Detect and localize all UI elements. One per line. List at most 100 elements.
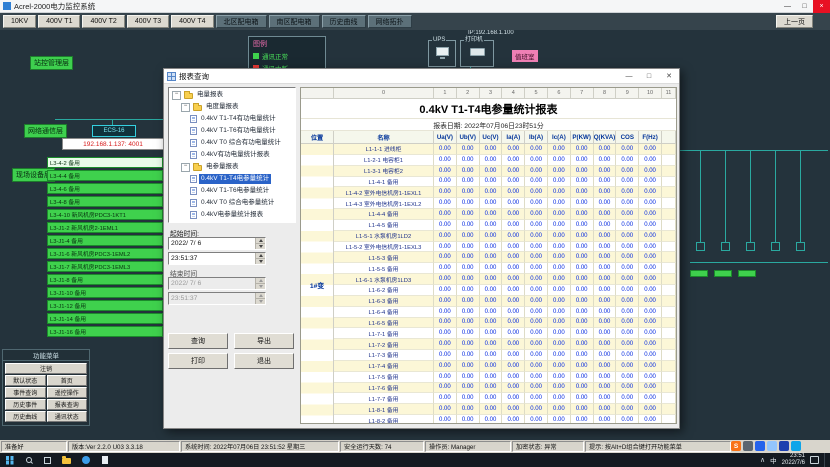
table-row[interactable]: L1-6-5 备用 0.00 0.00 0.00 0.00 0.00 0.00 … bbox=[334, 318, 676, 329]
tree-item[interactable]: 0.4kV电参量统计报表 bbox=[170, 209, 294, 221]
gateway-device[interactable]: ECS-16 bbox=[92, 125, 136, 137]
window-maximize-button[interactable]: □ bbox=[796, 0, 813, 13]
nav-tab[interactable]: 400V T4 bbox=[171, 15, 213, 28]
field-device-item[interactable]: L3-J1-4 备用 bbox=[47, 235, 163, 246]
dialog-close-button[interactable]: ✕ bbox=[659, 69, 679, 84]
field-device-item[interactable]: L3-J1-14 备用 bbox=[47, 313, 163, 324]
settings-tray-icon[interactable] bbox=[779, 441, 789, 451]
search-icon[interactable] bbox=[19, 453, 38, 467]
menu-button[interactable]: 历史事件 bbox=[5, 399, 46, 410]
table-row[interactable]: L1-6-2 备用 0.00 0.00 0.00 0.00 0.00 0.00 … bbox=[334, 285, 676, 296]
menu-button[interactable]: 历史曲线 bbox=[5, 411, 46, 422]
browser-icon[interactable] bbox=[76, 453, 95, 467]
table-row[interactable]: L1-2-1 电容柜1 0.00 0.00 0.00 0.00 0.00 0.0… bbox=[334, 155, 676, 166]
field-device-item[interactable]: L3-J1-7 新风机房PDC3-1EML3 bbox=[47, 261, 163, 272]
task-view-icon[interactable] bbox=[38, 453, 57, 467]
show-desktop-button[interactable] bbox=[824, 453, 827, 467]
field-device-item[interactable]: L3-4-4 备用 bbox=[47, 170, 163, 181]
field-device-item[interactable]: L3-J1-2 新风机房2-1EML1 bbox=[47, 222, 163, 233]
table-row[interactable]: L1-5-5 备用 0.00 0.00 0.00 0.00 0.00 0.00 … bbox=[334, 263, 676, 274]
clipboard-icon[interactable] bbox=[767, 441, 777, 451]
menu-button[interactable]: 遥控操作 bbox=[47, 387, 88, 398]
exit-button[interactable]: 退出 bbox=[234, 353, 294, 369]
table-row[interactable]: L1-7-1 备用 0.00 0.00 0.00 0.00 0.00 0.00 … bbox=[334, 328, 676, 339]
window-close-button[interactable]: × bbox=[813, 0, 830, 13]
tree-item[interactable]: 0.4kV T1-T4电参量统计 bbox=[170, 173, 294, 185]
menu-button[interactable]: 通讯状态 bbox=[47, 411, 88, 422]
tree-item[interactable]: 0.4kV有功电量统计报表 bbox=[170, 149, 294, 161]
field-device-item[interactable]: L3-J1-12 备用 bbox=[47, 300, 163, 311]
keyboard-icon[interactable] bbox=[791, 441, 801, 451]
table-row[interactable]: L1-4-1 备用 0.00 0.00 0.00 0.00 0.00 0.00 … bbox=[334, 177, 676, 188]
tree-item[interactable]: 0.4kV T1-T4有功电量统计 bbox=[170, 113, 294, 125]
prev-page-button[interactable]: 上一页 bbox=[776, 15, 813, 28]
table-row[interactable]: L1-5-1 水泵机房1LD2 0.00 0.00 0.00 0.00 0.00… bbox=[334, 231, 676, 242]
tree-item[interactable]: 0.4kV T1-T6有功电量统计 bbox=[170, 125, 294, 137]
table-row[interactable]: L1-4-2 室外电信机房1-1EXL1 0.00 0.00 0.00 0.00… bbox=[334, 187, 676, 198]
window-minimize-button[interactable]: — bbox=[779, 0, 796, 13]
dialog-maximize-button[interactable]: □ bbox=[639, 69, 659, 84]
table-row[interactable]: L1-7-7 备用 0.00 0.00 0.00 0.00 0.00 0.00 … bbox=[334, 393, 676, 404]
table-row[interactable]: L1-6-3 备用 0.00 0.00 0.00 0.00 0.00 0.00 … bbox=[334, 296, 676, 307]
field-device-item[interactable]: L3-4-10 新风机房PDC3-1KT1 bbox=[47, 209, 163, 220]
table-row[interactable]: L1-8-2 备用 0.00 0.00 0.00 0.00 0.00 0.00 … bbox=[334, 415, 676, 424]
tree-item[interactable]: 电量报表 bbox=[170, 89, 294, 101]
dialog-minimize-button[interactable]: — bbox=[619, 69, 639, 84]
table-row[interactable]: L1-7-5 备用 0.00 0.00 0.00 0.00 0.00 0.00 … bbox=[334, 372, 676, 383]
nav-tab[interactable]: 南区配电箱 bbox=[269, 15, 320, 28]
ime-tool-icon[interactable] bbox=[755, 441, 765, 451]
spinner-down-button[interactable] bbox=[256, 259, 265, 264]
spinner-down-button[interactable] bbox=[256, 244, 265, 249]
field-device-item[interactable]: L3-4-6 备用 bbox=[47, 183, 163, 194]
taskbar-clock[interactable]: 23:51 2022/7/6 bbox=[782, 453, 805, 467]
table-row[interactable]: L1-5-3 备用 0.00 0.00 0.00 0.00 0.00 0.00 … bbox=[334, 252, 676, 263]
tree-item[interactable]: 电度量报表 bbox=[170, 101, 294, 113]
document-icon[interactable] bbox=[95, 453, 114, 467]
table-row[interactable]: L1-7-6 备用 0.00 0.00 0.00 0.00 0.00 0.00 … bbox=[334, 383, 676, 394]
table-row[interactable]: L1-7-4 备用 0.00 0.00 0.00 0.00 0.00 0.00 … bbox=[334, 361, 676, 372]
nav-tab[interactable]: 历史曲线 bbox=[322, 15, 366, 28]
table-row[interactable]: L1-8-1 备用 0.00 0.00 0.00 0.00 0.00 0.00 … bbox=[334, 404, 676, 415]
tree-item[interactable]: 0.4kV T0 综合电参量统计 bbox=[170, 197, 294, 209]
dialog-titlebar[interactable]: 报表查询 — □ ✕ bbox=[164, 69, 679, 84]
print-button[interactable]: 打印 bbox=[168, 353, 228, 369]
field-device-item[interactable]: L3-J1-10 备用 bbox=[47, 287, 163, 298]
file-explorer-icon[interactable] bbox=[57, 453, 76, 467]
menu-button[interactable]: 注销 bbox=[5, 363, 87, 374]
field-device-item[interactable]: L3-4-8 备用 bbox=[47, 196, 163, 207]
table-row[interactable]: L1-7-3 备用 0.00 0.00 0.00 0.00 0.00 0.00 … bbox=[334, 350, 676, 361]
table-row[interactable]: L1-4-5 备用 0.00 0.00 0.00 0.00 0.00 0.00 … bbox=[334, 220, 676, 231]
nav-tab[interactable]: 400V T3 bbox=[127, 15, 169, 28]
table-row[interactable]: L1-6-1 水泵机房1LD3 0.00 0.00 0.00 0.00 0.00… bbox=[334, 274, 676, 285]
table-row[interactable]: L1-4-4 备用 0.00 0.00 0.00 0.00 0.00 0.00 … bbox=[334, 209, 676, 220]
tree-item[interactable]: 0.4kV T1-T6电参量统计 bbox=[170, 185, 294, 197]
table-row[interactable]: L1-6-4 备用 0.00 0.00 0.00 0.00 0.00 0.00 … bbox=[334, 307, 676, 318]
field-device-item[interactable]: L3-J1-16 备用 bbox=[47, 326, 163, 337]
nav-tab[interactable]: 400V T1 bbox=[38, 15, 80, 28]
field-device-item[interactable]: L3-J1-6 新风机房PDC3-1EML2 bbox=[47, 248, 163, 259]
menu-button[interactable]: 事件查询 bbox=[5, 387, 46, 398]
export-button[interactable]: 导出 bbox=[234, 333, 294, 349]
start-icon[interactable] bbox=[0, 453, 19, 467]
table-row[interactable]: L1-5-2 室外电信机房1-1EXL3 0.00 0.00 0.00 0.00… bbox=[334, 242, 676, 253]
tree-item[interactable]: 0.4kV T0 综合有功电量统计 bbox=[170, 137, 294, 149]
mic-icon[interactable] bbox=[743, 441, 753, 451]
menu-button[interactable]: 报表查询 bbox=[47, 399, 88, 410]
table-row[interactable]: L1-7-2 备用 0.00 0.00 0.00 0.00 0.00 0.00 … bbox=[334, 339, 676, 350]
field-device-item[interactable]: L3-J1-8 备用 bbox=[47, 274, 163, 285]
tree-item[interactable]: 电参量报表 bbox=[170, 161, 294, 173]
notification-icon[interactable] bbox=[810, 456, 819, 464]
nav-tab[interactable]: 400V T2 bbox=[82, 15, 124, 28]
menu-button[interactable]: 默认状态 bbox=[5, 375, 46, 386]
table-row[interactable]: L1-3-1 电容柜2 0.00 0.00 0.00 0.00 0.00 0.0… bbox=[334, 166, 676, 177]
query-button[interactable]: 查询 bbox=[168, 333, 228, 349]
sogou-icon[interactable]: S bbox=[731, 441, 741, 451]
start-date-field[interactable]: 2022/ 7/ 6 bbox=[168, 237, 266, 250]
start-time-field[interactable]: 23:51:37 bbox=[168, 252, 266, 265]
tray-chevron-icon[interactable]: ∧ bbox=[760, 456, 765, 464]
field-device-item[interactable]: L3-4-2 备用 bbox=[47, 157, 163, 168]
table-row[interactable]: L1-1-1 进线柜 0.00 0.00 0.00 0.00 0.00 0.00… bbox=[334, 144, 676, 155]
menu-button[interactable]: 首页 bbox=[47, 375, 88, 386]
nav-tab[interactable]: 北区配电箱 bbox=[216, 15, 267, 28]
nav-tab[interactable]: 10KV bbox=[3, 15, 36, 28]
